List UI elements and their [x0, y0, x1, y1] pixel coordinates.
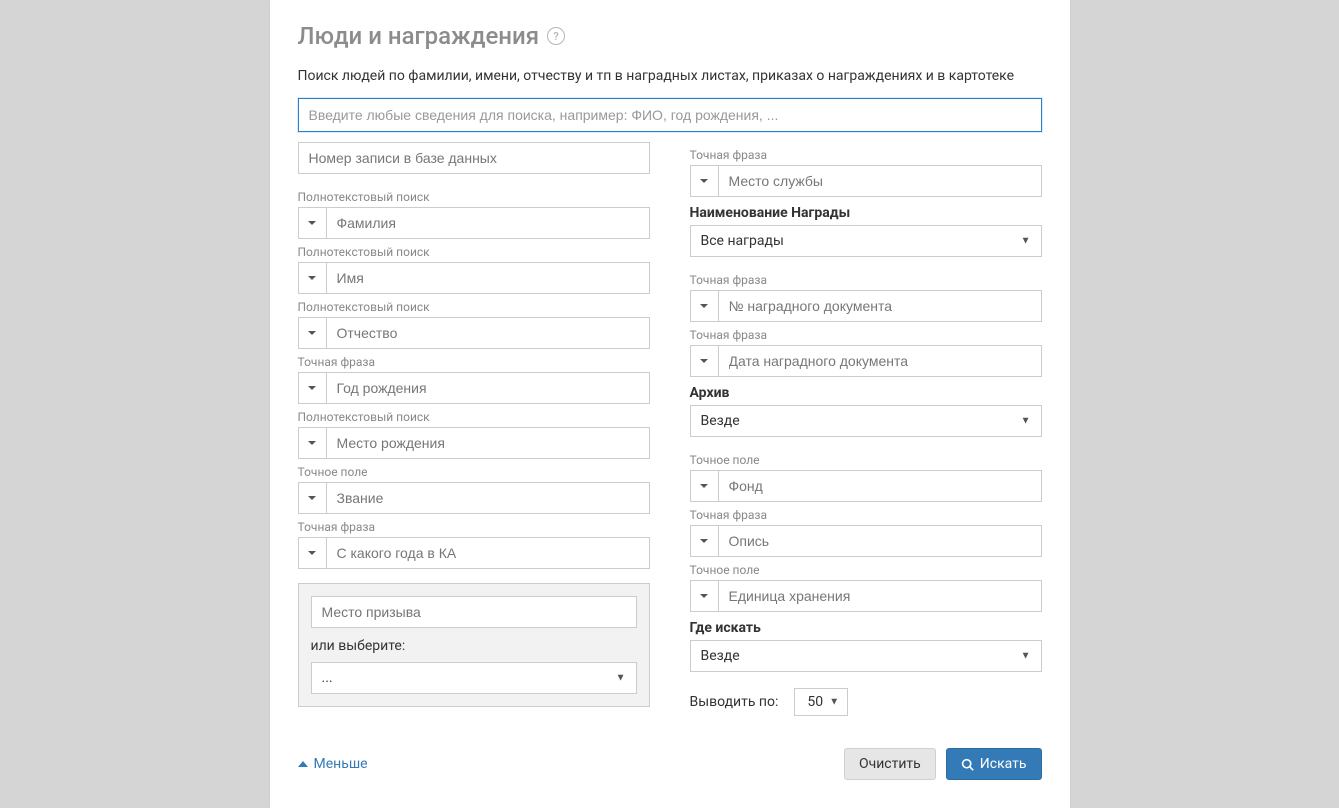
- page-title-text: Люди и награждения: [298, 22, 540, 50]
- caret-down-icon: [308, 221, 316, 225]
- unit-input[interactable]: [718, 580, 1042, 612]
- caret-down-icon: [308, 276, 316, 280]
- page-title: Люди и награждения ?: [298, 22, 1042, 50]
- patronymic-mode-label: Полнотекстовый поиск: [298, 300, 650, 314]
- toggle-less-button[interactable]: Меньше: [298, 756, 368, 772]
- caret-down-icon: [700, 539, 708, 543]
- caret-down-icon: ▼: [616, 673, 626, 684]
- caret-down-icon: ▼: [1021, 651, 1031, 662]
- caret-down-icon: ▼: [829, 697, 839, 708]
- page-size-select[interactable]: 50 ▼: [794, 688, 848, 716]
- fond-input[interactable]: [718, 470, 1042, 502]
- award-name-label: Наименование Награды: [690, 205, 1042, 221]
- doc-date-input[interactable]: [718, 345, 1042, 377]
- caret-down-icon: [308, 551, 316, 555]
- patronymic-mode-toggle[interactable]: [298, 317, 326, 349]
- birthplace-mode-toggle[interactable]: [298, 427, 326, 459]
- caret-down-icon: [700, 359, 708, 363]
- caret-down-icon: ▼: [1021, 236, 1031, 247]
- main-search-input[interactable]: [298, 98, 1042, 132]
- patronymic-input[interactable]: [326, 317, 650, 349]
- archive-label: Архив: [690, 385, 1042, 401]
- search-button-label: Искать: [980, 756, 1027, 772]
- fond-mode-toggle[interactable]: [690, 470, 718, 502]
- caret-down-icon: [308, 496, 316, 500]
- lastname-mode-label: Полнотекстовый поиск: [298, 190, 650, 204]
- birthyear-mode-toggle[interactable]: [298, 372, 326, 404]
- rank-input[interactable]: [326, 482, 650, 514]
- page-size-value: 50: [807, 694, 823, 710]
- search-button[interactable]: Искать: [946, 748, 1042, 780]
- draft-place-select[interactable]: ... ▼: [311, 662, 637, 694]
- rank-mode-toggle[interactable]: [298, 482, 326, 514]
- caret-down-icon: [700, 484, 708, 488]
- left-column: Полнотекстовый поиск Полнотекстовый поис…: [298, 142, 650, 716]
- search-panel: Люди и награждения ? Поиск людей по фами…: [270, 0, 1070, 808]
- firstname-input[interactable]: [326, 262, 650, 294]
- page-size-label: Выводить по:: [690, 694, 779, 710]
- service-mode-label: Точная фраза: [690, 148, 1042, 162]
- archive-select-value: Везде: [701, 413, 740, 429]
- or-select-label: или выберите:: [311, 638, 637, 654]
- caret-down-icon: [308, 441, 316, 445]
- rank-mode-label: Точное поле: [298, 465, 650, 479]
- caret-down-icon: [700, 304, 708, 308]
- caret-down-icon: [308, 386, 316, 390]
- right-column: Точная фраза Наименование Награды Все на…: [690, 142, 1042, 716]
- archive-select[interactable]: Везде ▼: [690, 405, 1042, 437]
- help-icon[interactable]: ?: [547, 27, 565, 45]
- draft-place-box: или выберите: ... ▼: [298, 583, 650, 707]
- firstname-mode-toggle[interactable]: [298, 262, 326, 294]
- page-description: Поиск людей по фамилии, имени, отчеству …: [298, 68, 1042, 84]
- unit-mode-label: Точное поле: [690, 563, 1042, 577]
- sinceyear-input[interactable]: [326, 537, 650, 569]
- docdate-mode-label: Точная фраза: [690, 328, 1042, 342]
- lastname-mode-toggle[interactable]: [298, 207, 326, 239]
- draft-place-select-value: ...: [322, 670, 333, 686]
- lastname-input[interactable]: [326, 207, 650, 239]
- fond-mode-label: Точное поле: [690, 453, 1042, 467]
- draft-place-input[interactable]: [311, 596, 637, 628]
- unit-mode-toggle[interactable]: [690, 580, 718, 612]
- opis-mode-toggle[interactable]: [690, 525, 718, 557]
- birthplace-input[interactable]: [326, 427, 650, 459]
- service-mode-toggle[interactable]: [690, 165, 718, 197]
- caret-down-icon: [308, 331, 316, 335]
- where-search-value: Везде: [701, 648, 740, 664]
- birthyear-input[interactable]: [326, 372, 650, 404]
- caret-down-icon: ▼: [1021, 416, 1031, 427]
- docdate-mode-toggle[interactable]: [690, 345, 718, 377]
- clear-button-label: Очистить: [859, 756, 921, 772]
- record-id-input[interactable]: [298, 142, 650, 174]
- where-search-select[interactable]: Везде ▼: [690, 640, 1042, 672]
- birthplace-mode-label: Полнотекстовый поиск: [298, 410, 650, 424]
- docnum-mode-toggle[interactable]: [690, 290, 718, 322]
- opis-mode-label: Точная фраза: [690, 508, 1042, 522]
- firstname-mode-label: Полнотекстовый поиск: [298, 245, 650, 259]
- clear-button[interactable]: Очистить: [844, 748, 936, 780]
- where-search-label: Где искать: [690, 620, 1042, 636]
- search-icon: [961, 758, 974, 771]
- doc-number-input[interactable]: [718, 290, 1042, 322]
- triangle-up-icon: [298, 761, 308, 767]
- caret-down-icon: [700, 594, 708, 598]
- service-place-input[interactable]: [718, 165, 1042, 197]
- award-select[interactable]: Все награды ▼: [690, 225, 1042, 257]
- toggle-less-label: Меньше: [314, 756, 368, 772]
- opis-input[interactable]: [718, 525, 1042, 557]
- sinceyear-mode-label: Точная фраза: [298, 520, 650, 534]
- birthyear-mode-label: Точная фраза: [298, 355, 650, 369]
- award-select-value: Все награды: [701, 233, 784, 249]
- sinceyear-mode-toggle[interactable]: [298, 537, 326, 569]
- docnum-mode-label: Точная фраза: [690, 273, 1042, 287]
- caret-down-icon: [700, 179, 708, 183]
